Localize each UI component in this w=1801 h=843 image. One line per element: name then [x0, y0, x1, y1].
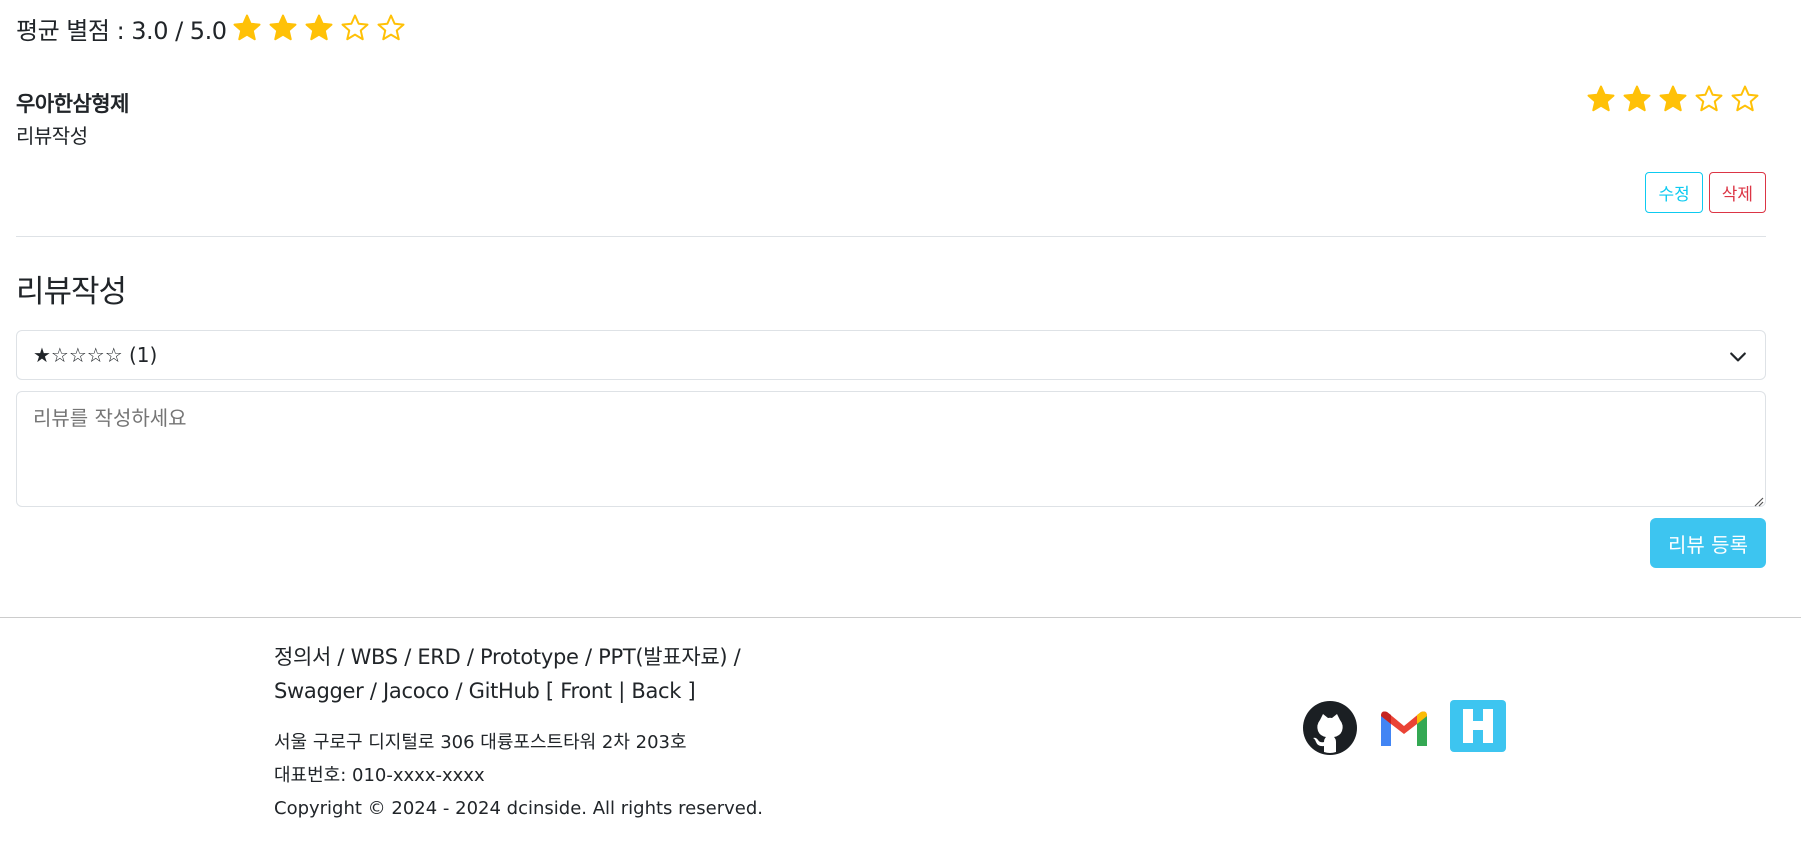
resize-grip-icon[interactable]	[1752, 492, 1764, 507]
github-icon[interactable]	[1302, 700, 1358, 756]
star-filled-icon	[1658, 84, 1688, 114]
star-empty-icon	[1730, 84, 1760, 114]
footer-address: 서울 구로구 디지털로 306 대륭포스트타워 2차 203호	[274, 732, 687, 753]
star-filled-icon	[1586, 84, 1616, 114]
footer-divider	[0, 617, 1801, 618]
delete-button[interactable]: 삭제	[1708, 172, 1766, 213]
average-stars	[232, 13, 412, 43]
review-textarea[interactable]	[16, 391, 1766, 507]
star-empty-icon	[340, 13, 370, 43]
chevron-down-icon	[1729, 347, 1747, 365]
average-rating: 평균 별점 : 3.0 / 5.0	[16, 10, 412, 46]
footer-links-line2[interactable]: Swagger / Jacoco / GitHub [ Front | Back…	[274, 674, 740, 708]
rating-select-value: ★☆☆☆☆ (1)	[33, 343, 158, 367]
edit-button[interactable]: 수정	[1645, 172, 1703, 213]
footer-info: 서울 구로구 디지털로 306 대륭포스트타워 2차 203호 대표번호: 01…	[274, 726, 763, 825]
hashnode-icon[interactable]	[1450, 700, 1506, 756]
star-filled-icon	[304, 13, 334, 43]
review-author: 우아한삼형제	[16, 92, 129, 116]
footer-links: 정의서 / WBS / ERD / Prototype / PPT(발표자료) …	[274, 640, 741, 708]
footer-links-line1[interactable]: 정의서 / WBS / ERD / Prototype / PPT(발표자료) …	[274, 640, 741, 674]
star-empty-icon	[1694, 84, 1724, 114]
footer-icons	[1302, 700, 1506, 756]
review-actions: 수정 삭제	[1645, 172, 1766, 213]
footer-phone: 대표번호: 010-xxxx-xxxx	[274, 765, 485, 786]
average-rating-text: 평균 별점 : 3.0 / 5.0	[16, 16, 227, 45]
gmail-icon[interactable]	[1376, 700, 1432, 756]
star-filled-icon	[1622, 84, 1652, 114]
footer-copyright: Copyright © 2024 - 2024 dcinside. All ri…	[274, 798, 763, 819]
review-item: 우아한삼형제 리뷰작성 수정 삭제	[16, 84, 1766, 214]
rating-select[interactable]: ★☆☆☆☆ (1)	[16, 330, 1766, 380]
submit-review-button[interactable]: 리뷰 등록	[1650, 518, 1766, 568]
review-stars	[1586, 84, 1766, 114]
review-form-title: 리뷰작성	[16, 274, 127, 310]
star-filled-icon	[232, 13, 262, 43]
divider	[16, 236, 1766, 237]
star-filled-icon	[268, 13, 298, 43]
review-content: 리뷰작성	[16, 124, 88, 148]
star-empty-icon	[376, 13, 406, 43]
